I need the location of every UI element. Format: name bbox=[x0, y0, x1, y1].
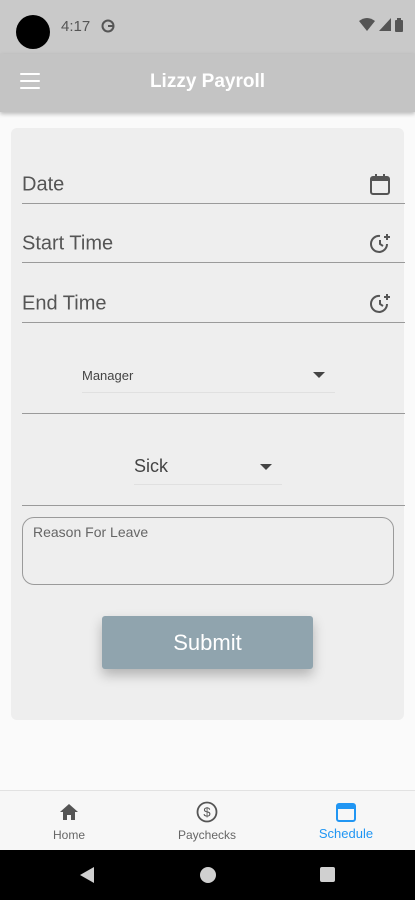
start-time-field[interactable]: Start Time bbox=[22, 204, 405, 263]
system-navigation-bar bbox=[0, 850, 415, 900]
manager-dropdown-value: Manager bbox=[82, 368, 134, 383]
leave-type-dropdown[interactable]: Sick bbox=[134, 450, 282, 485]
start-time-label: Start Time bbox=[22, 232, 114, 255]
chevron-down-icon bbox=[260, 464, 272, 470]
nav-item-paychecks[interactable]: $ Paychecks bbox=[138, 791, 276, 851]
clock-plus-icon[interactable] bbox=[368, 292, 392, 316]
divider bbox=[22, 505, 405, 506]
submit-button[interactable]: Submit bbox=[102, 616, 313, 669]
bottom-navigation: Home $ Paychecks Schedule bbox=[0, 790, 415, 851]
chevron-down-icon bbox=[313, 372, 325, 378]
nav-label-home: Home bbox=[52, 828, 85, 842]
recents-icon[interactable] bbox=[320, 867, 335, 882]
date-field[interactable]: Date bbox=[22, 145, 405, 204]
home-circle-icon[interactable] bbox=[200, 867, 216, 883]
g-icon bbox=[101, 19, 115, 33]
svg-text:$: $ bbox=[203, 805, 211, 820]
nav-item-home[interactable]: Home bbox=[0, 791, 138, 851]
reason-placeholder: Reason For Leave bbox=[33, 524, 149, 540]
end-time-field[interactable]: End Time bbox=[22, 264, 405, 323]
leave-type-dropdown-value: Sick bbox=[134, 456, 169, 476]
divider bbox=[22, 413, 405, 414]
wifi-icon bbox=[359, 18, 375, 31]
battery-icon bbox=[395, 18, 403, 32]
nav-label-paychecks: Paychecks bbox=[177, 828, 237, 842]
nav-item-schedule[interactable]: Schedule bbox=[277, 791, 415, 851]
app-title: Lizzy Payroll bbox=[149, 71, 266, 92]
end-time-label: End Time bbox=[22, 292, 107, 315]
camera-cutout bbox=[16, 15, 50, 49]
signal-icon bbox=[379, 18, 391, 31]
status-bar: 4:17 bbox=[0, 0, 415, 54]
dollar-circle-icon: $ bbox=[196, 801, 218, 823]
app-bar: Lizzy Payroll bbox=[0, 54, 415, 112]
nav-label-schedule: Schedule bbox=[318, 826, 374, 841]
calendar-icon bbox=[336, 803, 356, 822]
calendar-icon[interactable] bbox=[368, 173, 392, 197]
status-icons bbox=[359, 18, 403, 32]
manager-dropdown[interactable]: Manager bbox=[82, 358, 335, 393]
back-icon[interactable] bbox=[80, 867, 94, 883]
date-label: Date bbox=[22, 173, 65, 196]
reason-for-leave-input[interactable]: Reason For Leave bbox=[22, 517, 394, 585]
clock-plus-icon[interactable] bbox=[368, 232, 392, 256]
home-icon bbox=[60, 804, 78, 820]
status-time: 4:17 bbox=[61, 18, 91, 35]
